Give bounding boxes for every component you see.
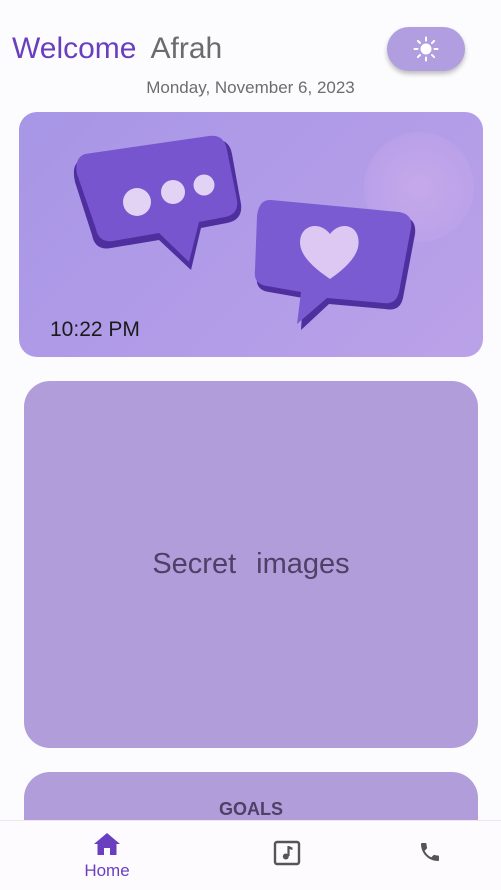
hero-banner: 10:22 PM (19, 112, 483, 357)
typing-bubble-icon (73, 135, 242, 270)
home-icon (94, 833, 120, 855)
clock-text: 10:22 PM (50, 318, 140, 341)
app-screen: Welcome Afrah Monday, November 6, 2023 1… (0, 0, 501, 890)
welcome-heading: Welcome Afrah (12, 30, 222, 68)
heart-bubble-icon (254, 199, 416, 330)
nav-item-music[interactable] (227, 821, 347, 890)
header: Welcome Afrah Monday, November 6, 2023 (0, 0, 501, 105)
bottom-navigation: Home (0, 820, 501, 890)
phone-icon (421, 843, 439, 861)
secret-images-card[interactable]: Secret images (24, 381, 478, 748)
nav-item-call[interactable] (370, 821, 490, 890)
goals-label: GOALS (218, 799, 283, 819)
date-text: Monday, November 6, 2023 (146, 78, 355, 97)
welcome-text: Welcome (12, 32, 137, 65)
music-note-icon (273, 840, 301, 866)
secret-images-label: Secret images (152, 548, 350, 580)
sun-icon (413, 36, 439, 62)
nav-item-home[interactable]: Home (47, 821, 167, 890)
theme-toggle-button[interactable] (387, 27, 465, 71)
nav-label-home: Home (84, 861, 130, 880)
user-name: Afrah (150, 32, 223, 65)
